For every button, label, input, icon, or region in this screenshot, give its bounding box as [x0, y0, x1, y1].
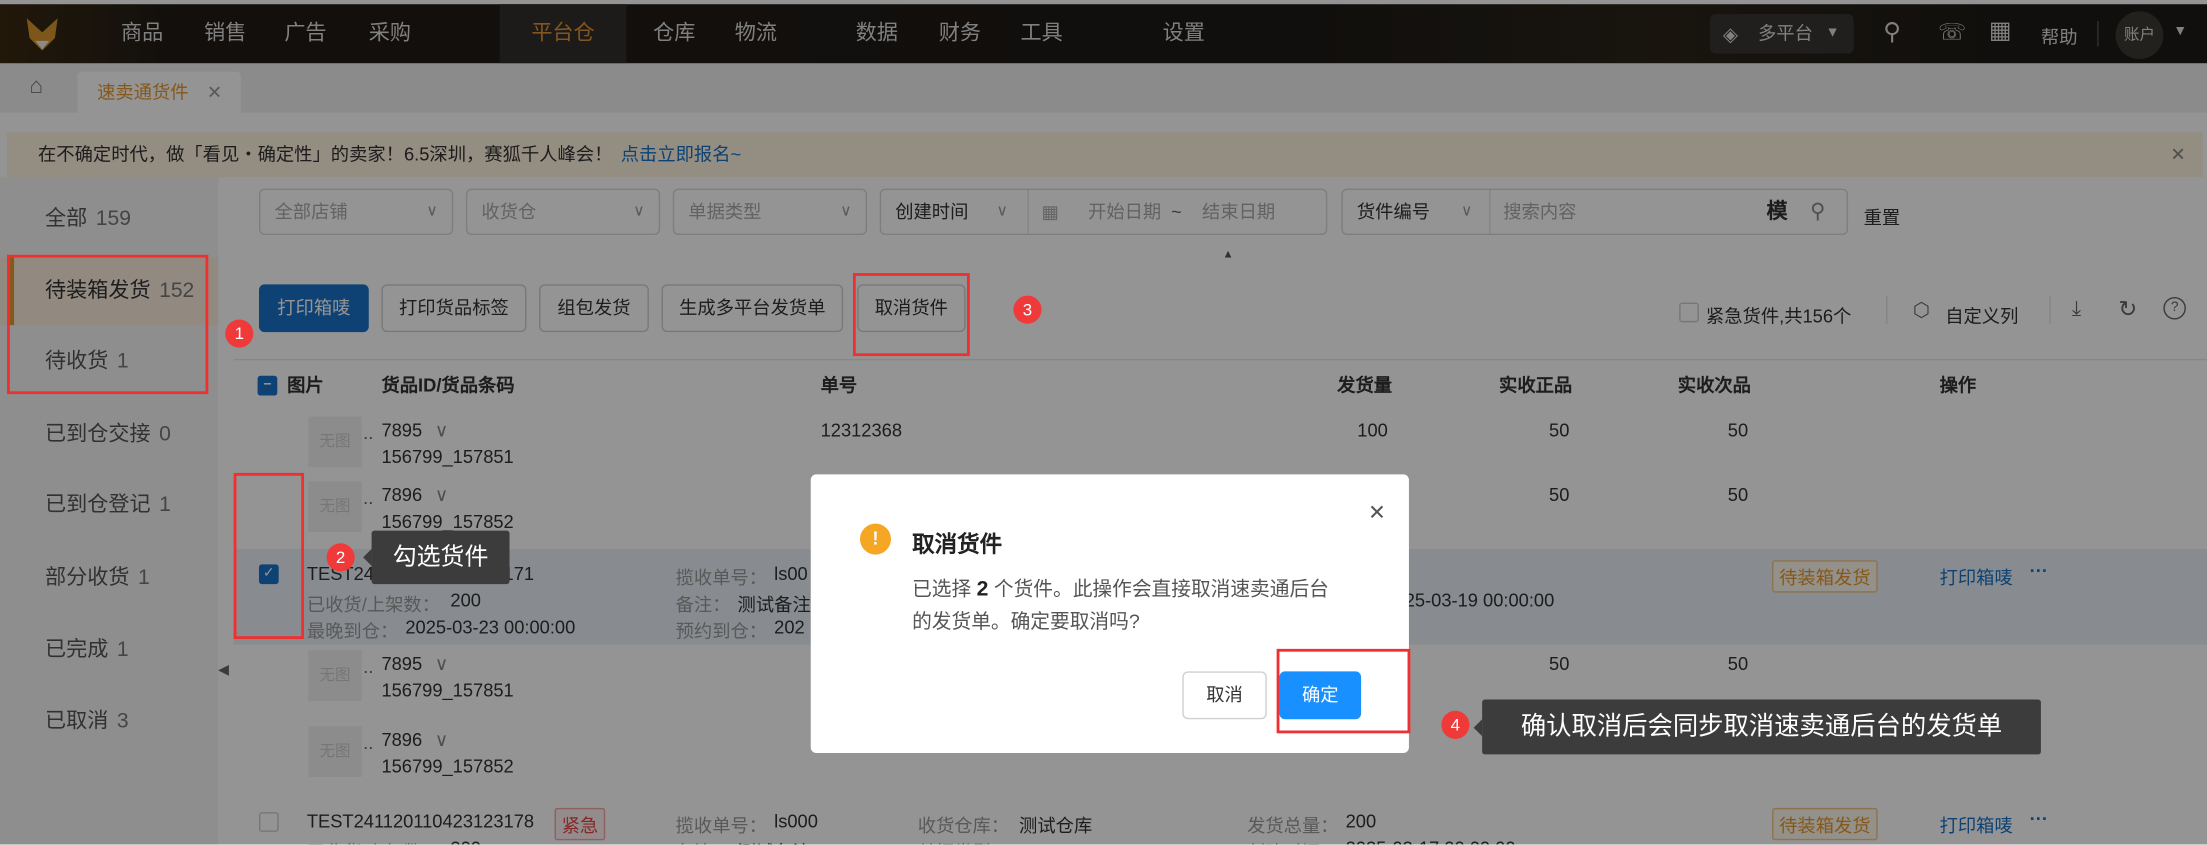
dialog-title: 取消货件	[912, 533, 1003, 558]
annotation-marker-1: 1	[225, 319, 254, 348]
annotation-marker-3: 3	[1013, 295, 1042, 324]
warning-icon: !	[860, 523, 891, 555]
annotation-box-checkbox	[233, 472, 305, 640]
annotation-marker-2: 2	[326, 543, 355, 572]
dialog-cancel-button[interactable]: 取消	[1182, 671, 1267, 720]
close-dialog-icon[interactable]: ✕	[1368, 500, 1386, 525]
annotation-tooltip-select: 勾选货件	[363, 530, 510, 585]
annotation-box-cancel-button	[852, 273, 970, 357]
annotation-tooltip-confirm: 确认取消后会同步取消速卖通后台的发货单	[1473, 699, 2041, 755]
annotation-box-confirm	[1276, 648, 1411, 734]
annotation-marker-4: 4	[1441, 710, 1470, 739]
app: 商品 销售 广告 采购 平台仓 仓库 物流 数据 财务 工具 设置 ◈ 多平台 …	[0, 0, 2207, 845]
dialog-message: 已选择 2 个货件。此操作会直接取消速卖通后台的发货单。确定要取消吗?	[912, 577, 1329, 632]
selected-count: 2	[976, 577, 989, 602]
annotation-box-sidebar	[7, 254, 209, 395]
